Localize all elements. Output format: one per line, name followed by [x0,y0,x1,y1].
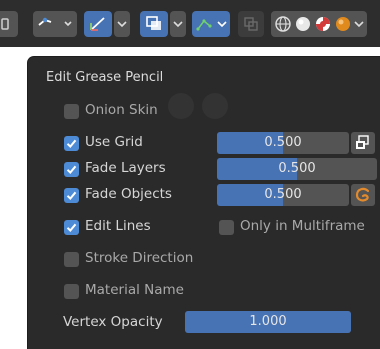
fade-objects-label: Fade Objects [85,186,172,202]
fade-objects-grease-pencil-button[interactable] [351,184,375,206]
shading-wireframe-icon [275,16,291,32]
gizmo-dropdown-button[interactable] [114,11,130,37]
use-grid-layers-button[interactable] [351,132,375,154]
chevron-down-icon [117,21,127,28]
object-types-button[interactable] [33,11,77,37]
checkmark-icon [66,191,77,200]
onion-skin-label: Onion Skin [85,102,158,118]
use-grid-value: 0.500 [264,135,302,150]
material-name-checkbox[interactable] [64,284,79,299]
stroke-direction-checkbox[interactable] [64,252,79,267]
use-grid-opacity-field[interactable]: 0.500 [217,132,349,154]
overlays-icon [146,16,161,30]
vertex-opacity-value: 1.000 [249,314,287,329]
gizmo-toggle-button[interactable] [84,11,112,37]
fade-objects-checkbox[interactable] [64,188,79,203]
fade-layers-checkbox[interactable] [64,162,79,177]
shading-options-icon [354,21,364,28]
use-grid-label: Use Grid [85,134,143,150]
only-in-multiframe-checkbox[interactable] [219,220,234,235]
ghost-zoom-icon [202,93,228,119]
checkmark-icon [66,139,77,148]
checkmark-icon [66,165,77,174]
shading-buttons-group [271,11,367,37]
xray-toggle-button[interactable] [238,11,264,37]
only-in-multiframe-label: Only in Multiframe [240,218,365,234]
fade-layers-label: Fade Layers [85,160,166,176]
header-left-partial-button[interactable] [0,11,18,37]
vertex-opacity-field[interactable]: 1.000 [185,311,351,333]
xray-icon [244,17,258,31]
material-name-label: Material Name [85,282,184,298]
edit-lines-label: Edit Lines [85,218,151,234]
view-object-types-icon [38,17,72,27]
edit-overlays-button[interactable] [192,11,230,37]
onion-skin-checkbox[interactable] [64,104,79,119]
shading-solid-icon [296,17,310,31]
grease-pencil-icon [355,187,370,202]
grid-layers-icon [356,135,369,149]
fade-layers-opacity-field[interactable]: 0.500 [217,158,377,180]
gizmo-icon [90,17,105,31]
shading-material-icon [316,17,330,31]
edit-overlays-icon [196,19,227,31]
shading-icons [275,16,364,32]
fade-layers-value: 0.500 [278,161,316,176]
shading-rendered-icon [336,17,350,31]
overlays-toggle-button[interactable] [140,11,168,37]
chevron-down-icon [173,21,183,28]
stroke-direction-label: Stroke Direction [85,250,194,266]
vertex-opacity-label: Vertex Opacity [63,314,163,330]
edit-lines-checkbox[interactable] [64,220,79,235]
use-grid-checkbox[interactable] [64,136,79,151]
close-partial-icon [1,18,9,30]
checkmark-icon [66,223,77,232]
ghost-hand-icon [168,93,194,119]
fade-objects-opacity-field[interactable]: 0.500 [217,184,349,206]
popover-title: Edit Grease Pencil [46,70,164,85]
fade-objects-value: 0.500 [264,187,302,202]
edit-grease-pencil-popover: Edit Grease Pencil Onion Skin Use Grid 0… [28,57,380,349]
overlays-dropdown-button[interactable] [170,11,186,37]
viewport-header [0,0,380,47]
